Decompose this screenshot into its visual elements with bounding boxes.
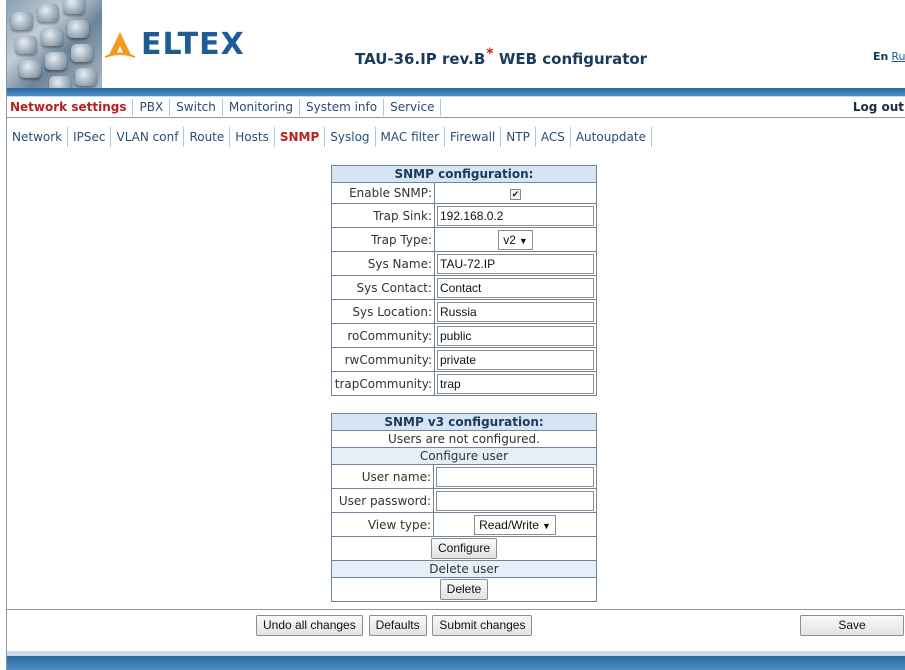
delete-button[interactable]: Delete <box>439 579 489 600</box>
sub-tabs: Network IPSec VLAN conf Route Hosts SNMP… <box>7 126 652 148</box>
sys-contact-label: Sys Contact: <box>331 275 435 300</box>
sys-name-input[interactable] <box>437 253 594 274</box>
trap-sink-label: Trap Sink: <box>331 203 435 228</box>
dropdown-arrow-icon: ▼ <box>518 235 528 246</box>
delete-user-header: Delete user <box>331 560 597 578</box>
enable-snmp-checkbox[interactable]: ✔ <box>510 189 521 200</box>
view-type-label: View type: <box>331 512 434 537</box>
view-type-select[interactable]: Read/Write ▼ <box>474 514 556 535</box>
eltex-logo-text: ELTEX <box>141 26 245 62</box>
subtab-mac-filter[interactable]: MAC filter <box>376 127 446 147</box>
trap-community-label: trapCommunity: <box>331 371 435 396</box>
footer-actions: Undo all changes Defaults Submit changes <box>256 615 533 636</box>
tab-switch[interactable]: Switch <box>170 98 223 116</box>
user-name-input[interactable] <box>436 466 594 487</box>
subtab-ipsec[interactable]: IPSec <box>68 127 112 147</box>
snmp-v3-config-table: SNMP v3 configuration: Users are not con… <box>331 413 597 602</box>
footer-divider <box>7 609 905 610</box>
lang-en[interactable]: En <box>873 50 888 63</box>
dropdown-arrow-icon: ▼ <box>541 520 551 531</box>
ro-community-label: roCommunity: <box>331 323 435 348</box>
tab-monitoring[interactable]: Monitoring <box>223 98 301 116</box>
app-title-suffix: WEB configurator <box>498 50 648 68</box>
trap-community-input[interactable] <box>437 373 594 394</box>
trap-type-label: Trap Type: <box>331 227 435 252</box>
eltex-logo: ELTEX <box>103 26 245 62</box>
trap-type-select[interactable]: v2 ▼ <box>498 229 533 250</box>
sys-location-label: Sys Location: <box>331 299 435 324</box>
header-divider-bar <box>7 88 905 96</box>
user-password-input[interactable] <box>436 490 594 511</box>
subtab-ntp[interactable]: NTP <box>501 127 536 147</box>
tab-service[interactable]: Service <box>384 98 442 116</box>
app-title: TAU-36.IP rev.B* WEB configurator <box>355 46 647 68</box>
snmp-v3-title: SNMP v3 configuration: <box>331 413 597 431</box>
header-keypad-photo <box>7 0 102 88</box>
trap-type-value: v2 <box>503 232 516 247</box>
save-button[interactable]: Save <box>800 615 904 636</box>
subtab-route[interactable]: Route <box>184 127 231 147</box>
eltex-logo-icon <box>105 32 135 58</box>
header: ELTEX TAU-36.IP rev.B* WEB configurator … <box>7 0 905 88</box>
app-title-model: TAU-36.IP rev.B <box>355 50 486 68</box>
sys-contact-input[interactable] <box>437 277 594 298</box>
subtab-snmp[interactable]: SNMP <box>275 127 326 147</box>
tab-pbx[interactable]: PBX <box>133 98 171 116</box>
ro-community-input[interactable] <box>437 325 594 346</box>
main-tabs: Network settings PBX Switch Monitoring S… <box>7 97 905 118</box>
rw-community-input[interactable] <box>437 349 594 370</box>
tab-network-settings[interactable]: Network settings <box>7 98 134 116</box>
app-frame: ELTEX TAU-36.IP rev.B* WEB configurator … <box>6 0 905 670</box>
configure-user-header: Configure user <box>331 447 597 465</box>
sys-name-label: Sys Name: <box>331 251 435 276</box>
subtab-firewall[interactable]: Firewall <box>445 127 502 147</box>
view-type-value: Read/Write <box>479 517 539 532</box>
user-name-label: User name: <box>331 464 434 489</box>
language-switch: En Ru <box>873 50 905 63</box>
trap-sink-input[interactable] <box>437 205 594 226</box>
undo-all-changes-button[interactable]: Undo all changes <box>256 615 363 636</box>
subtab-network[interactable]: Network <box>7 127 69 147</box>
enable-snmp-label: Enable SNMP: <box>331 182 435 204</box>
defaults-button[interactable]: Defaults <box>368 615 427 636</box>
tab-system-info[interactable]: System info <box>300 98 385 116</box>
snmp-config-table: SNMP configuration: Enable SNMP: ✔ Trap … <box>331 165 597 396</box>
subtab-autoupdate[interactable]: Autoupdate <box>571 127 652 147</box>
footer-bar <box>7 656 905 670</box>
app-title-mark: * <box>486 46 494 62</box>
logout-link[interactable]: Log out <box>853 97 905 118</box>
subtab-acs[interactable]: ACS <box>536 127 571 147</box>
user-password-label: User password: <box>331 488 434 513</box>
configure-button[interactable]: Configure <box>430 538 498 559</box>
lang-ru[interactable]: Ru <box>891 50 905 63</box>
users-status-text: Users are not configured. <box>331 430 597 448</box>
subtab-syslog[interactable]: Syslog <box>325 127 376 147</box>
sys-location-input[interactable] <box>437 301 594 322</box>
snmp-config-title: SNMP configuration: <box>331 165 597 183</box>
subtab-vlan-conf[interactable]: VLAN conf <box>111 127 185 147</box>
rw-community-label: rwCommunity: <box>331 347 435 372</box>
subtab-hosts[interactable]: Hosts <box>230 127 275 147</box>
submit-changes-button[interactable]: Submit changes <box>432 615 533 636</box>
